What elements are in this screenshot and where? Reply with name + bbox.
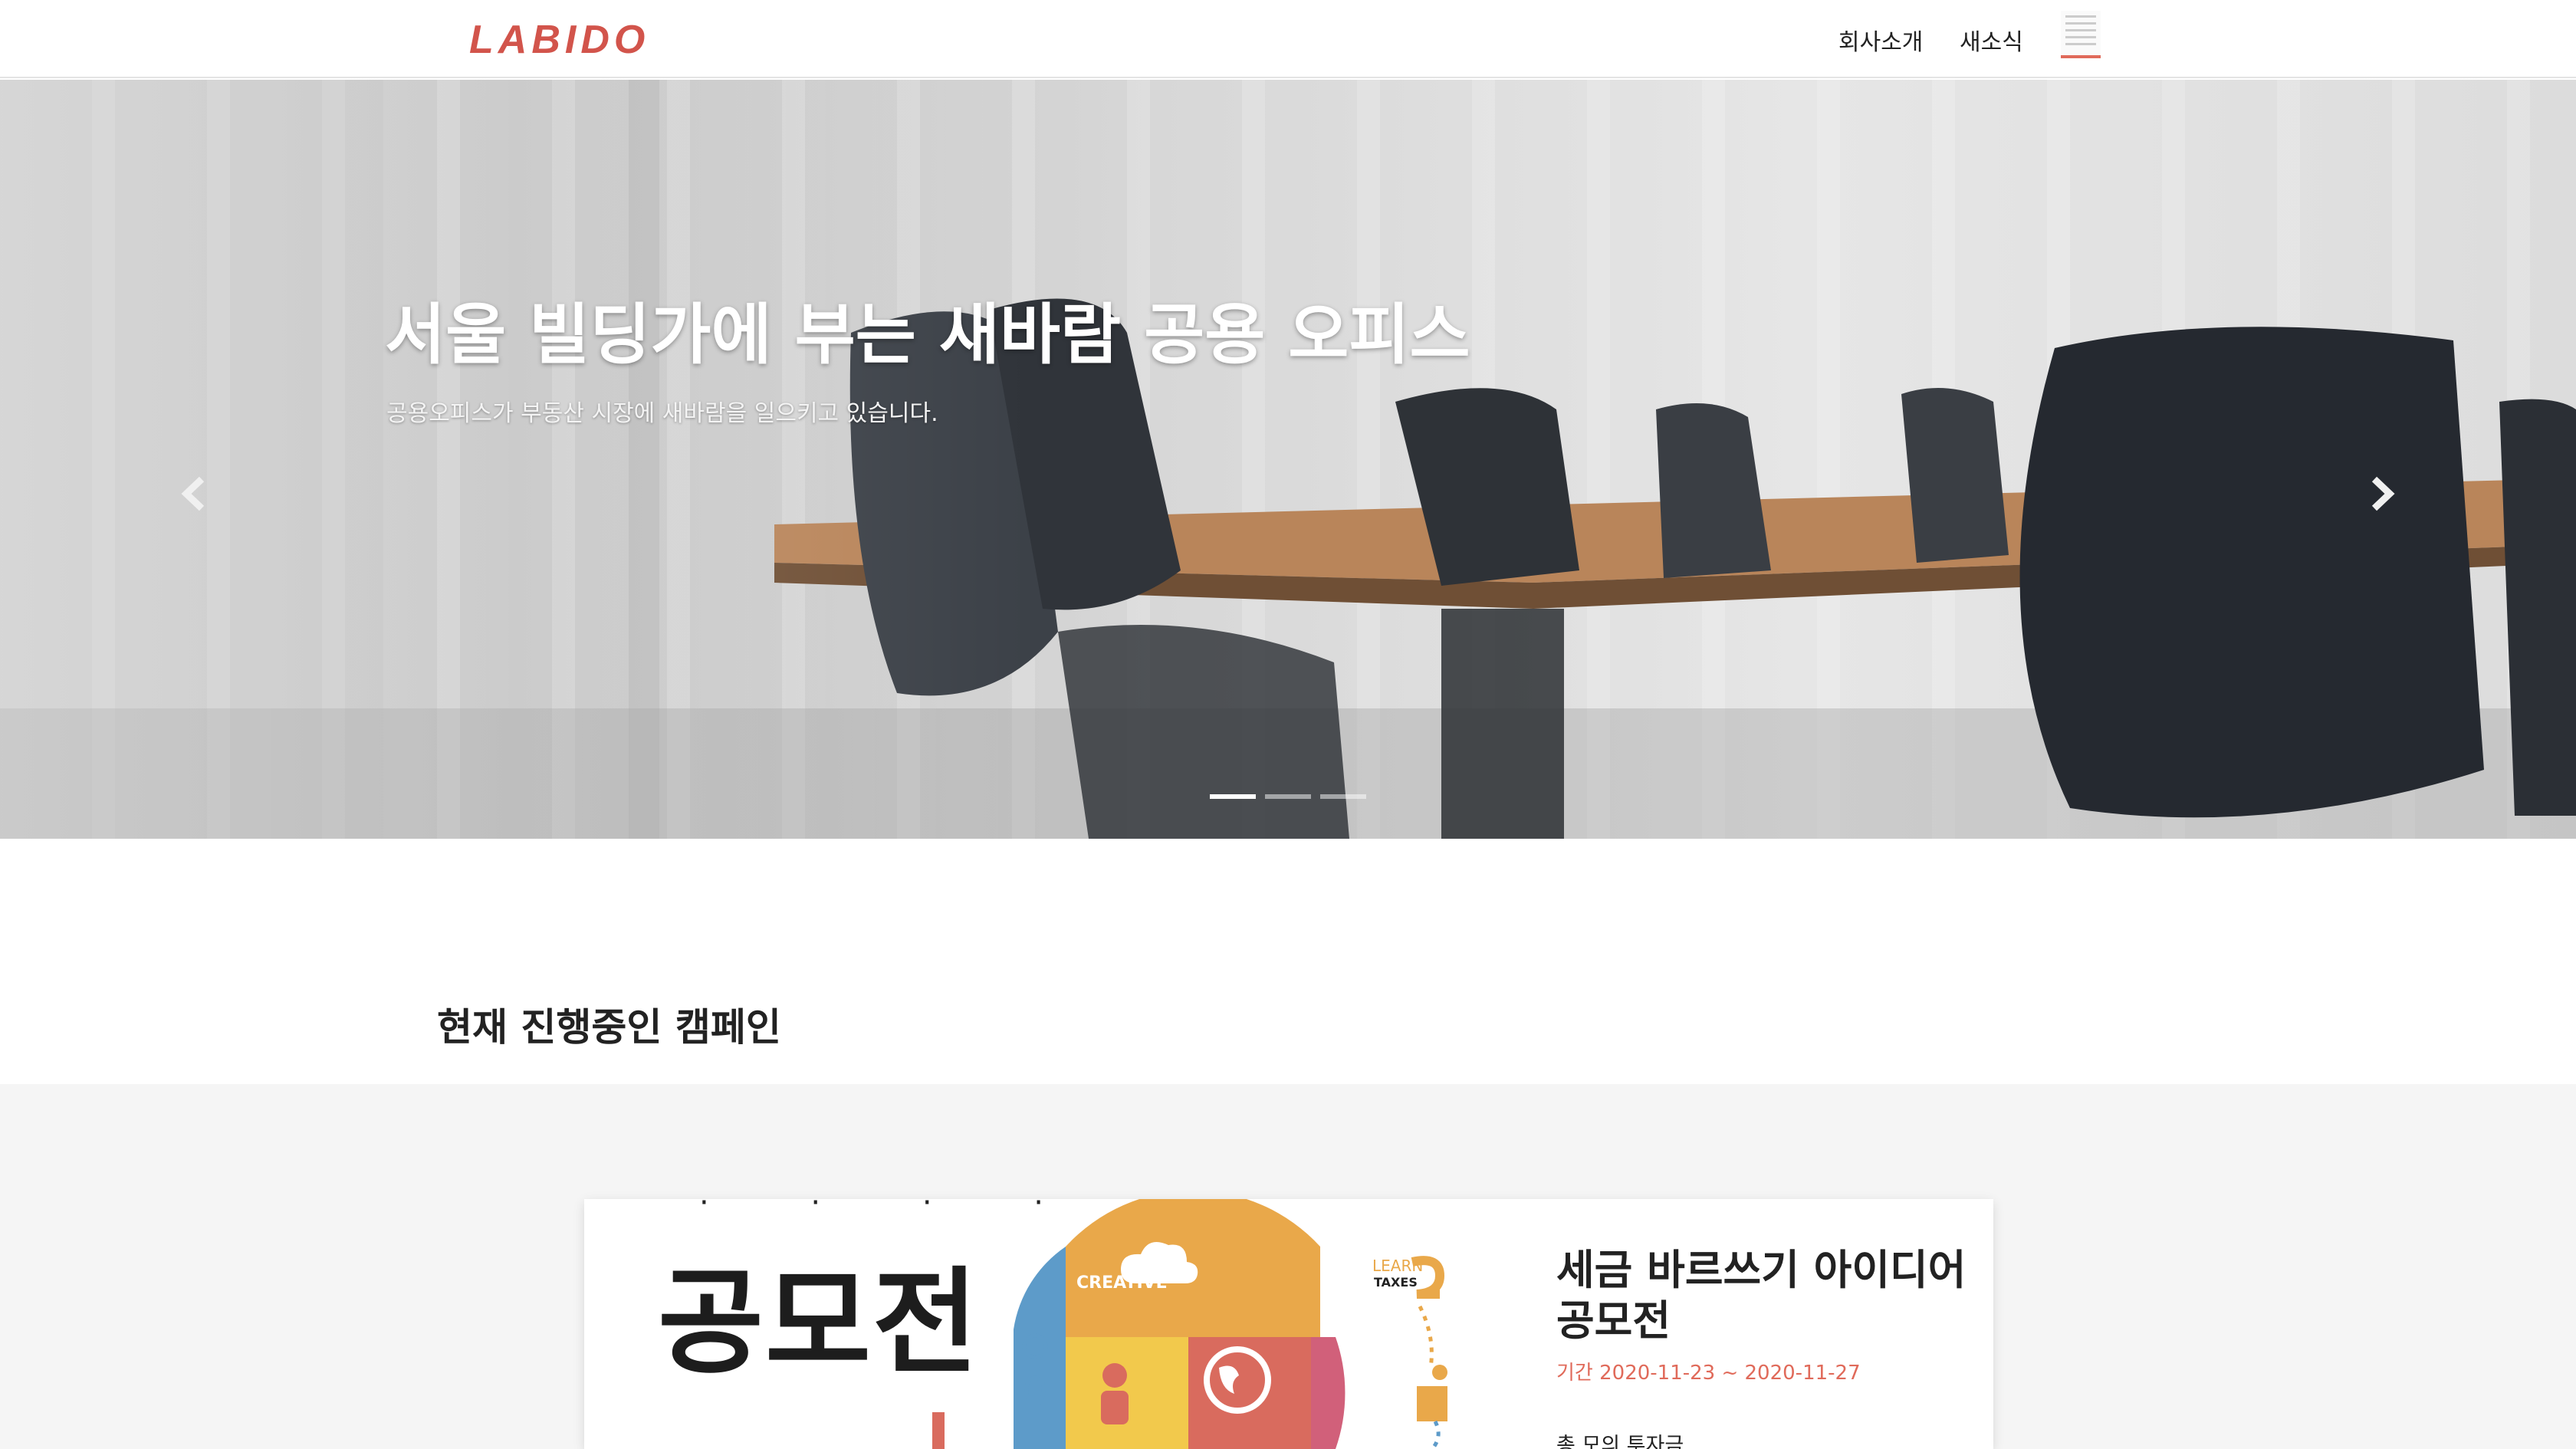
poster-label-taxes: TAXES (1374, 1275, 1418, 1290)
puzzle-illustration: CREATIVE LEARN TAXES (932, 1199, 1447, 1449)
top-navbar: LABIDO 회사소개 새소식 (0, 0, 2576, 78)
chevron-left-icon (181, 476, 205, 511)
chevron-right-icon (2371, 476, 2395, 511)
carousel-indicator-3[interactable] (1320, 794, 1366, 799)
campaign-period: 기간 2020-11-23 ~ 2020-11-27 (1556, 1362, 1861, 1385)
carousel-indicator-2[interactable] (1265, 794, 1311, 799)
campaign-card[interactable]: · · · · 공모전 CREATIVE LEARN TAXES 세금 바르쓰기… (584, 1199, 1993, 1449)
brand-logo[interactable]: LABIDO (469, 17, 649, 63)
section-title: 현재 진행중인 캠페인 (437, 1005, 781, 1050)
hero-carousel: 서울 빌딩가에 부는 새바람 공용 오피스 공용오피스가 부동산 시장에 새바람… (0, 80, 2576, 839)
carousel-next-button[interactable] (2360, 463, 2406, 524)
carousel-indicator-1[interactable] (1210, 794, 1256, 799)
hero-title: 서울 빌딩가에 부는 새바람 공용 오피스 (385, 297, 1470, 373)
poster-label-creative: CREATIVE (1076, 1273, 1168, 1293)
campaign-info: 세금 바르쓰기 아이디어 공모전 기간 2020-11-23 ~ 2020-11… (1556, 1245, 1986, 1449)
nav-link-about[interactable]: 회사소개 (1838, 23, 1923, 57)
campaign-poster-image: · · · · 공모전 CREATIVE LEARN TAXES (584, 1199, 1550, 1449)
nav-link-news[interactable]: 새소식 (1960, 23, 2023, 57)
profile-thumbnail[interactable] (2061, 11, 2101, 58)
hero-subtitle: 공용오피스가 부동산 시장에 새바람을 일으키고 있습니다. (386, 400, 938, 427)
carousel-indicators (1210, 794, 1366, 799)
campaign-title[interactable]: 세금 바르쓰기 아이디어 공모전 (1556, 1245, 1986, 1346)
carousel-prev-button[interactable] (170, 463, 216, 524)
campaign-fund-label: 총 모의 투자금 (1556, 1434, 1684, 1449)
